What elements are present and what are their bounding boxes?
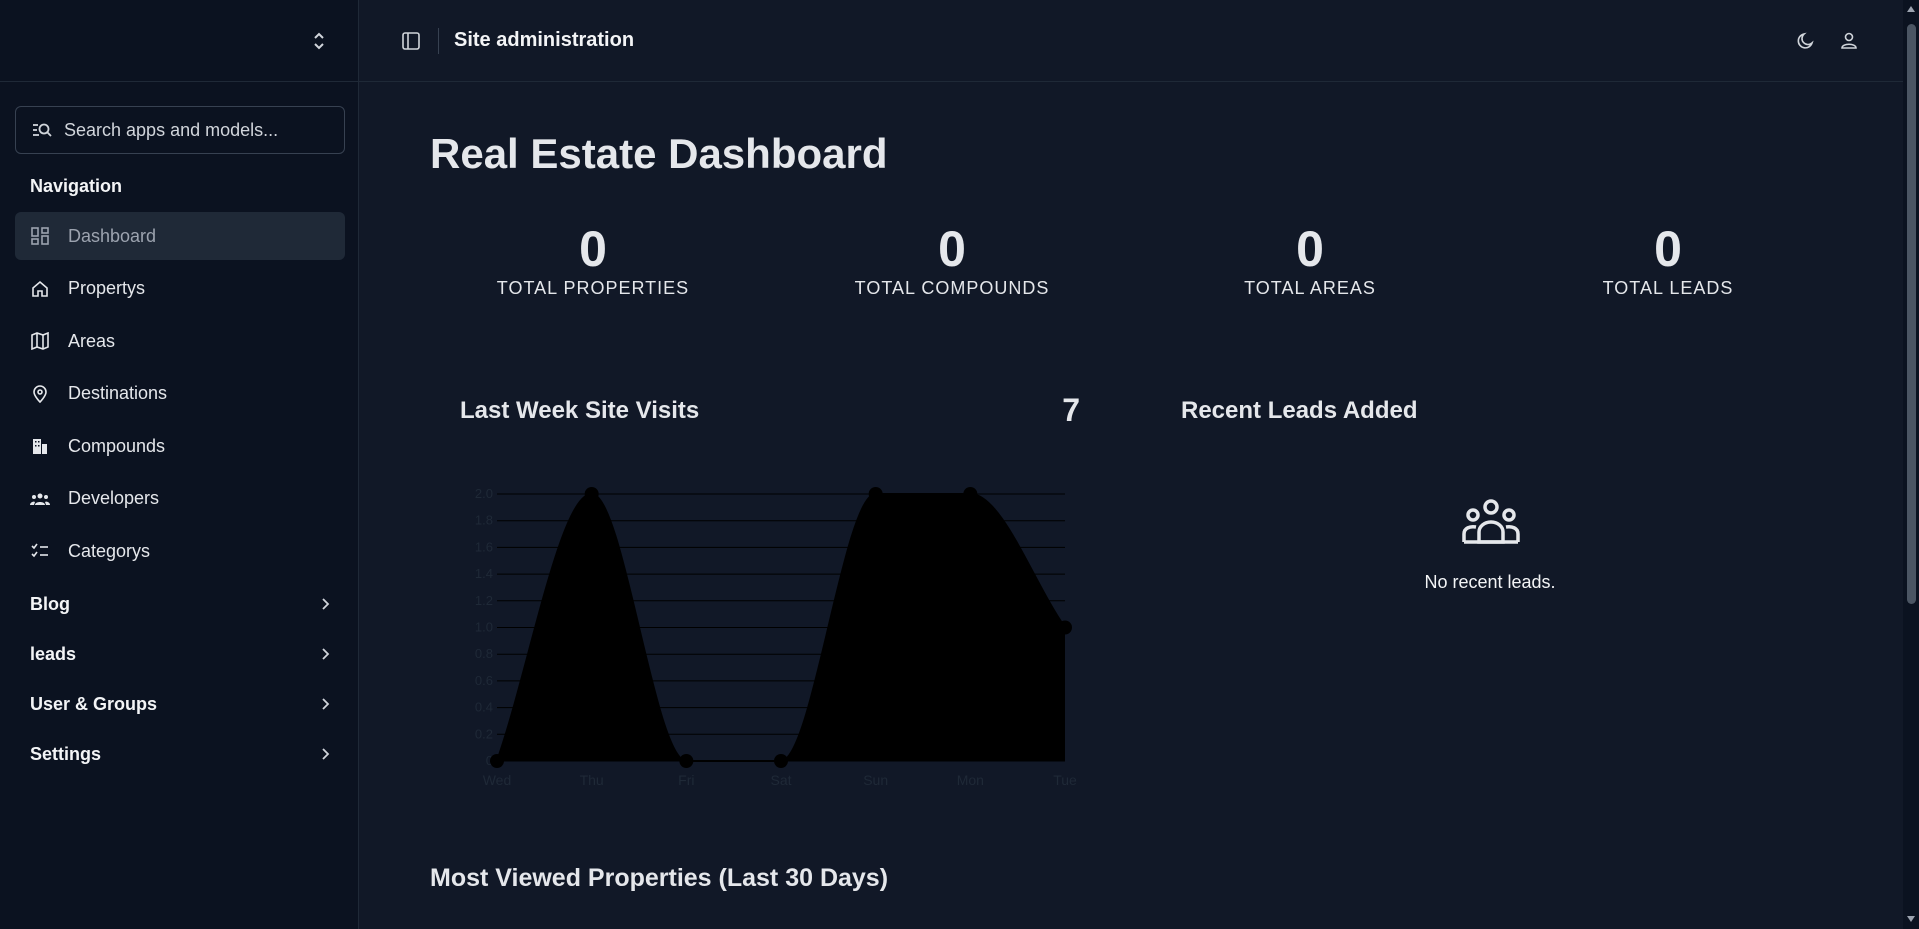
site-switcher-button[interactable] bbox=[310, 29, 328, 53]
y-tick-label: 0.6 bbox=[475, 673, 493, 688]
stat-label: TOTAL PROPERTIES bbox=[496, 278, 690, 298]
visits-chart: 00.20.40.60.81.01.21.41.61.82.0Wed Thu Fri… bbox=[475, 486, 1077, 788]
y-tick-label: 0.8 bbox=[475, 646, 493, 661]
sidebar-header bbox=[0, 0, 358, 82]
data-point bbox=[584, 487, 599, 501]
x-tick-label: Sun bbox=[863, 772, 888, 788]
top-bar: Site administration bbox=[359, 0, 1903, 82]
group-label: User & Groups bbox=[30, 693, 158, 714]
location-pin-icon bbox=[30, 384, 50, 404]
chevron-right-icon bbox=[322, 598, 330, 610]
y-tick-label: 0.4 bbox=[475, 700, 493, 715]
sidebar-item-categorys[interactable]: Categorys bbox=[15, 527, 345, 575]
visits-total: 7 bbox=[1062, 392, 1080, 428]
y-tick-label: 1.2 bbox=[475, 593, 493, 608]
sidebar: Navigation Dashboard Propertys bbox=[0, 0, 359, 929]
group-label: Blog bbox=[30, 593, 70, 614]
data-point bbox=[774, 754, 788, 768]
divider bbox=[438, 28, 439, 54]
stat-total-properties: 0 TOTAL PROPERTIES bbox=[443, 222, 743, 299]
building-icon bbox=[30, 436, 50, 456]
sidebar-item-propertys[interactable]: Propertys bbox=[15, 265, 345, 313]
group-label: leads bbox=[30, 643, 77, 664]
nav-heading: Navigation bbox=[30, 176, 123, 196]
sidebar-item-developers[interactable]: Developers bbox=[15, 475, 345, 523]
y-tick-label: 1.4 bbox=[475, 566, 493, 581]
x-tick-label: Sat bbox=[770, 772, 791, 788]
y-tick-label: 1.8 bbox=[475, 513, 493, 528]
sidebar-group-user-groups[interactable]: User & Groups bbox=[30, 689, 330, 719]
scrollbar[interactable] bbox=[1903, 0, 1919, 929]
data-point bbox=[963, 487, 978, 501]
x-tick-label: Tue bbox=[1053, 772, 1077, 788]
scroll-down-arrow-icon[interactable] bbox=[1907, 916, 1915, 922]
chevron-up-down-icon bbox=[314, 32, 324, 50]
data-point bbox=[868, 487, 883, 501]
theme-toggle-button[interactable] bbox=[1796, 31, 1816, 51]
sidebar-group-leads[interactable]: leads bbox=[30, 639, 330, 669]
dashboard-icon bbox=[30, 226, 50, 246]
x-tick-label: Wed bbox=[483, 772, 512, 788]
most-viewed-title: Most Viewed Properties (Last 30 Days) bbox=[430, 864, 889, 892]
stat-total-compounds: 0 TOTAL COMPOUNDS bbox=[802, 222, 1102, 299]
chevron-right-icon bbox=[322, 698, 330, 710]
y-tick-label: 1.0 bbox=[475, 620, 493, 635]
sidebar-item-destinations[interactable]: Destinations bbox=[15, 370, 345, 418]
sidebar-item-label: Destinations bbox=[68, 383, 168, 403]
stat-value: 0 bbox=[1296, 221, 1324, 277]
stat-label: TOTAL LEADS bbox=[1602, 278, 1734, 298]
stat-total-leads: 0 TOTAL LEADS bbox=[1518, 222, 1818, 299]
user-menu-button[interactable] bbox=[1839, 31, 1859, 51]
groups-icon bbox=[1462, 499, 1520, 544]
sidebar-item-areas[interactable]: Areas bbox=[15, 317, 345, 365]
visits-card-title: Last Week Site Visits bbox=[460, 397, 700, 424]
leads-empty-text: No recent leads. bbox=[1424, 572, 1556, 592]
map-icon bbox=[30, 331, 50, 351]
search-input[interactable] bbox=[64, 119, 334, 141]
sidebar-item-label: Dashboard bbox=[68, 225, 157, 246]
y-tick-label: 1.6 bbox=[475, 539, 493, 554]
y-tick-label: 0.2 bbox=[475, 726, 493, 741]
sidebar-group-blog[interactable]: Blog bbox=[30, 589, 330, 619]
data-point bbox=[1058, 620, 1072, 635]
scroll-up-arrow-icon[interactable] bbox=[1907, 6, 1915, 12]
search-icon bbox=[33, 123, 52, 137]
stat-value: 0 bbox=[1654, 221, 1682, 277]
moon-icon bbox=[1797, 32, 1814, 49]
stat-label: TOTAL COMPOUNDS bbox=[854, 278, 1050, 298]
stat-value: 0 bbox=[579, 221, 607, 277]
sidebar-item-label: Propertys bbox=[68, 278, 146, 298]
groups-icon bbox=[30, 489, 50, 509]
nav-list: Dashboard Propertys Areas Destinations C… bbox=[15, 212, 345, 580]
sidebar-toggle-button[interactable] bbox=[401, 31, 421, 51]
search-box[interactable] bbox=[15, 106, 345, 154]
group-label: Settings bbox=[30, 743, 102, 764]
scrollbar-thumb[interactable] bbox=[1907, 24, 1916, 604]
sidebar-item-label: Compounds bbox=[68, 435, 166, 456]
sidebar-item-label: Areas bbox=[68, 330, 116, 351]
page-header-title: Site administration bbox=[454, 29, 635, 51]
chevron-right-icon bbox=[322, 648, 330, 660]
checklist-icon bbox=[30, 541, 50, 561]
sidebar-panel-icon bbox=[402, 32, 420, 50]
x-tick-label: Thu bbox=[580, 772, 604, 788]
stat-value: 0 bbox=[938, 221, 966, 277]
stat-total-areas: 0 TOTAL AREAS bbox=[1160, 222, 1460, 299]
user-icon bbox=[1841, 32, 1857, 49]
sidebar-item-label: Developers bbox=[68, 488, 160, 508]
sidebar-item-dashboard[interactable]: Dashboard bbox=[15, 212, 345, 260]
sidebar-group-settings[interactable]: Settings bbox=[30, 739, 330, 769]
stat-label: TOTAL AREAS bbox=[1244, 278, 1376, 298]
dashboard-title: Real Estate Dashboard bbox=[430, 130, 888, 177]
data-point bbox=[679, 754, 694, 768]
x-tick-label: Fri bbox=[678, 772, 694, 788]
chevron-right-icon bbox=[322, 748, 330, 760]
leads-card-title: Recent Leads Added bbox=[1181, 397, 1418, 424]
sidebar-item-compounds[interactable]: Compounds bbox=[15, 422, 345, 470]
x-tick-label: Mon bbox=[957, 772, 984, 788]
data-point bbox=[490, 754, 504, 768]
sidebar-item-label: Categorys bbox=[68, 540, 151, 561]
y-tick-label: 2.0 bbox=[475, 486, 493, 501]
home-icon bbox=[30, 279, 50, 299]
